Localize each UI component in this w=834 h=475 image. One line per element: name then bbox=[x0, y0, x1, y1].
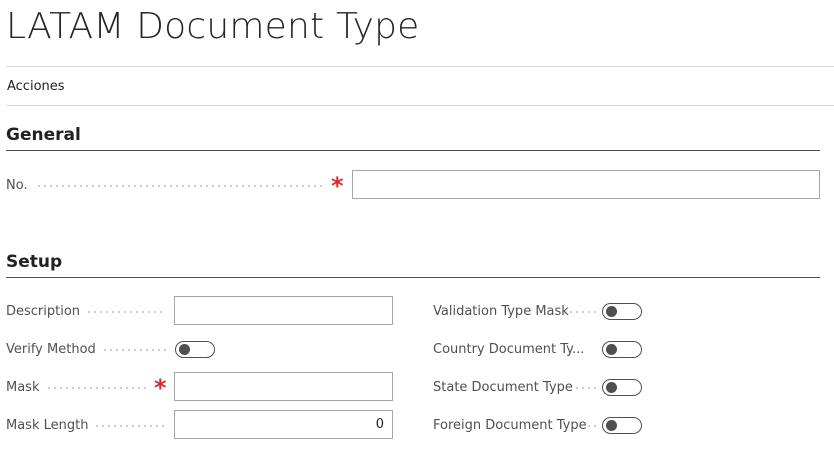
country-document-type-toggle[interactable] bbox=[602, 341, 642, 358]
mask-label: Mask bbox=[6, 380, 40, 395]
state-document-type-leader-dots bbox=[574, 387, 596, 389]
no-label: No. bbox=[6, 178, 28, 193]
no-leader-dots bbox=[36, 185, 326, 187]
header-divider bbox=[6, 66, 834, 67]
section-general-title[interactable]: General bbox=[6, 124, 81, 146]
no-required-icon: * bbox=[331, 172, 344, 200]
section-setup-rule bbox=[6, 277, 820, 278]
mask-length-label: Mask Length bbox=[6, 418, 89, 433]
mask-input[interactable] bbox=[174, 372, 393, 401]
foreign-document-type-leader-dots bbox=[586, 425, 596, 427]
description-input[interactable] bbox=[174, 296, 393, 325]
toggle-knob bbox=[179, 344, 190, 355]
mask-length-input[interactable] bbox=[174, 410, 393, 439]
toggle-knob bbox=[606, 306, 617, 317]
validation-type-mask-leader-dots bbox=[568, 311, 596, 313]
toggle-knob bbox=[606, 382, 617, 393]
toggle-knob bbox=[606, 344, 617, 355]
mask-leader-dots bbox=[46, 387, 150, 389]
toggle-knob bbox=[606, 420, 617, 431]
page-title: LATAM Document Type bbox=[6, 6, 420, 47]
country-document-type-label: Country Document Ty... bbox=[433, 342, 585, 357]
foreign-document-type-label: Foreign Document Type bbox=[433, 418, 587, 433]
state-document-type-toggle[interactable] bbox=[602, 379, 642, 396]
verify-method-leader-dots bbox=[102, 349, 166, 351]
section-setup-title[interactable]: Setup bbox=[6, 251, 62, 273]
section-general-rule bbox=[6, 150, 820, 151]
validation-type-mask-toggle[interactable] bbox=[602, 303, 642, 320]
verify-method-toggle[interactable] bbox=[175, 341, 215, 358]
actions-divider bbox=[6, 105, 834, 106]
actions-menu[interactable]: Acciones bbox=[7, 79, 65, 95]
no-input[interactable] bbox=[352, 170, 820, 199]
state-document-type-label: State Document Type bbox=[433, 380, 573, 395]
description-label: Description bbox=[6, 304, 81, 319]
verify-method-label: Verify Method bbox=[6, 342, 96, 357]
mask-required-icon: * bbox=[154, 374, 167, 402]
mask-length-leader-dots bbox=[94, 425, 166, 427]
description-leader-dots bbox=[86, 311, 166, 313]
foreign-document-type-toggle[interactable] bbox=[602, 417, 642, 434]
validation-type-mask-label: Validation Type Mask bbox=[433, 304, 569, 319]
